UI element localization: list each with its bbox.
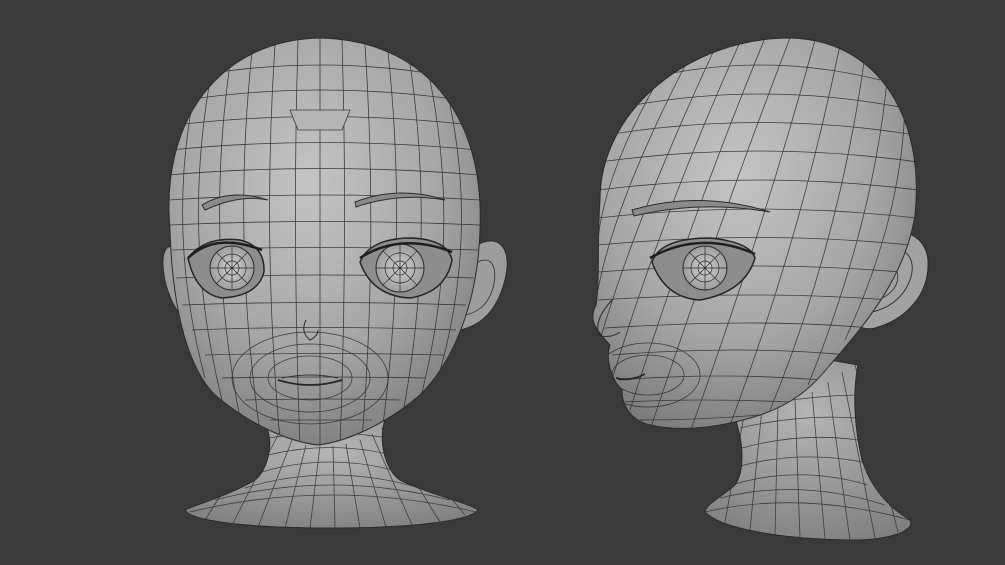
side-view-model xyxy=(592,37,929,541)
side-head xyxy=(592,37,917,429)
front-view-model xyxy=(162,37,508,529)
3d-viewport[interactable] xyxy=(0,0,1005,565)
front-head xyxy=(168,37,481,446)
viewport-canvas xyxy=(162,37,929,541)
